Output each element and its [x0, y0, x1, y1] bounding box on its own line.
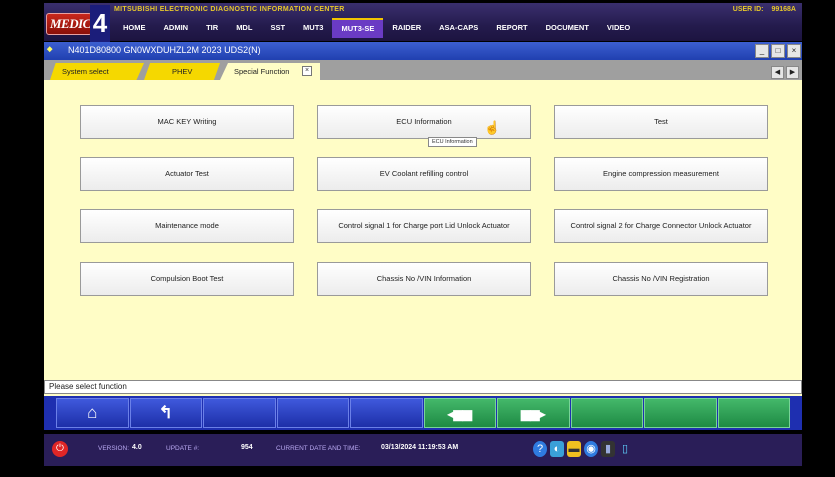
- next-book-icon: ▆▆▸: [521, 407, 546, 421]
- maximize-button[interactable]: □: [771, 44, 785, 58]
- scroll-right-icon[interactable]: ▶: [786, 66, 799, 79]
- compulsion-boot-test-button[interactable]: Compulsion Boot Test: [80, 262, 294, 296]
- minimize-button[interactable]: _: [755, 44, 769, 58]
- toolbar-slot-8[interactable]: [570, 398, 643, 428]
- nav-mut3-se[interactable]: MUT3-SE: [332, 18, 384, 38]
- nav-mut3[interactable]: MUT3: [294, 18, 332, 38]
- medic-logo: MEDIC 4: [46, 5, 110, 43]
- back-arrow-icon: ↰: [158, 403, 173, 422]
- nav-mdl[interactable]: MDL: [227, 18, 261, 38]
- tab-system-select[interactable]: System select: [50, 63, 144, 80]
- tab-close-icon[interactable]: ×: [302, 66, 312, 76]
- previous-page-button[interactable]: ◂▆▆: [423, 398, 496, 428]
- function-window: ◆ N401D80800 GN0WXDUHZL2M 2023 UDS2(N) _…: [44, 42, 802, 396]
- datetime-value: 03/13/2024 11:19:53 AM: [381, 444, 459, 451]
- actuator-test-button[interactable]: Actuator Test: [80, 157, 294, 191]
- datetime-label: CURRENT DATE AND TIME:: [276, 445, 361, 452]
- mac-key-writing-button[interactable]: MAC KEY Writing: [80, 105, 294, 139]
- user-id: USER ID: 99168A: [733, 6, 796, 13]
- nav-video[interactable]: VIDEO: [598, 18, 639, 38]
- ev-coolant-refilling-button[interactable]: EV Coolant refilling control: [317, 157, 531, 191]
- bottom-toolbar: ⌂ ↰ ◂▆▆ ▆▆▸: [44, 396, 802, 430]
- nav-asa-caps[interactable]: ASA-CAPS: [430, 18, 487, 38]
- app-frame: MEDIC 4 MITSUBISHI ELECTRONIC DIAGNOSTIC…: [44, 0, 802, 477]
- nav-document[interactable]: DOCUMENT: [537, 18, 598, 38]
- volume-icon[interactable]: ◉: [584, 441, 598, 457]
- diagnostic-icon[interactable]: ◐: [550, 441, 564, 457]
- scroll-left-icon[interactable]: ◀: [771, 66, 784, 79]
- nav-tir[interactable]: TIR: [197, 18, 227, 38]
- window-title: N401D80800 GN0WXDUHZL2M 2023 UDS2(N): [68, 45, 261, 55]
- nav-report[interactable]: REPORT: [487, 18, 536, 38]
- close-button[interactable]: ×: [787, 44, 801, 58]
- app-window-icon: ◆: [47, 46, 53, 53]
- top-nav: HOME ADMIN TIR MDL SST MUT3 MUT3-SE RAID…: [114, 18, 639, 38]
- toolbar-slot-4[interactable]: [276, 398, 349, 428]
- engine-compression-button[interactable]: Engine compression measurement: [554, 157, 768, 191]
- window-titlebar: ◆ N401D80800 GN0WXDUHZL2M 2023 UDS2(N) _…: [44, 42, 802, 60]
- toolbar-slot-5[interactable]: [350, 398, 423, 428]
- logo-number: 4: [90, 5, 110, 43]
- tab-bar: System select PHEV Special Function ×: [44, 60, 802, 80]
- nav-sst[interactable]: SST: [261, 18, 294, 38]
- toolbar-slot-10[interactable]: [717, 398, 790, 428]
- version-value: 4.0: [132, 444, 142, 451]
- toolbar-slot-3[interactable]: [203, 398, 276, 428]
- top-banner: MEDIC 4 MITSUBISHI ELECTRONIC DIAGNOSTIC…: [44, 3, 802, 43]
- status-message: Please select function: [44, 380, 802, 394]
- app-name: MITSUBISHI ELECTRONIC DIAGNOSTIC INFORMA…: [114, 6, 345, 13]
- vin-registration-button[interactable]: Chassis No /VIN Registration: [554, 262, 768, 296]
- nav-admin[interactable]: ADMIN: [155, 18, 198, 38]
- next-page-button[interactable]: ▆▆▸: [497, 398, 570, 428]
- charge-port-lid-signal-button[interactable]: Control signal 1 for Charge port Lid Unl…: [317, 209, 531, 243]
- system-status-bar: ⏻ VERSION: 4.0 UPDATE #: 954 CURRENT DAT…: [44, 434, 802, 466]
- power-icon[interactable]: ⏻: [52, 441, 68, 457]
- ecu-information-tooltip: ECU Information: [428, 137, 477, 147]
- network-icon[interactable]: ▮: [601, 441, 615, 457]
- nav-home[interactable]: HOME: [114, 18, 155, 38]
- back-button[interactable]: ↰: [129, 398, 202, 428]
- update-label: UPDATE #:: [166, 445, 200, 452]
- toolbar-slot-9[interactable]: [644, 398, 717, 428]
- version-label: VERSION:: [98, 445, 130, 452]
- maintenance-mode-button[interactable]: Maintenance mode: [80, 209, 294, 243]
- prev-book-icon: ◂▆▆: [447, 407, 472, 421]
- tab-phev[interactable]: PHEV: [144, 63, 220, 80]
- update-value: 954: [241, 444, 253, 451]
- home-button[interactable]: ⌂: [56, 398, 129, 428]
- user-id-value: 99168A: [771, 6, 796, 13]
- battery-icon[interactable]: ▯: [618, 441, 632, 457]
- charge-connector-signal-button[interactable]: Control signal 2 for Charge Connector Un…: [554, 209, 768, 243]
- user-id-label: USER ID:: [732, 6, 764, 13]
- nav-raider[interactable]: RAIDER: [383, 18, 430, 38]
- test-button[interactable]: Test: [554, 105, 768, 139]
- vin-information-button[interactable]: Chassis No /VIN Information: [317, 262, 531, 296]
- home-icon: ⌂: [87, 403, 98, 422]
- logo-text: MEDIC: [50, 16, 91, 31]
- help-icon[interactable]: ?: [533, 441, 547, 457]
- hand-cursor-icon: ☝: [484, 120, 501, 135]
- folder-icon[interactable]: ▬: [567, 441, 581, 457]
